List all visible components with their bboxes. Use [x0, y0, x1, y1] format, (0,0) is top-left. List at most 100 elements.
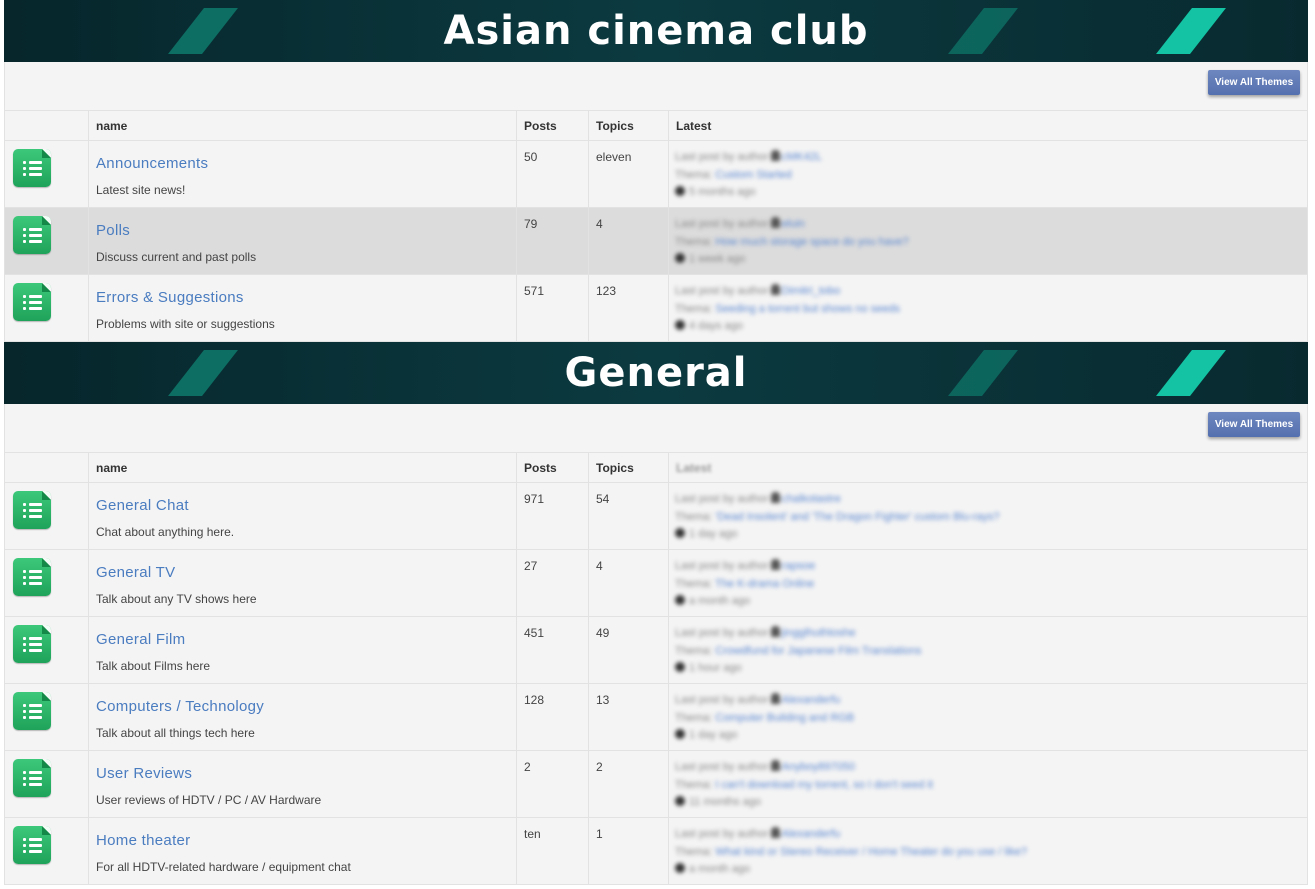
clock-icon [675, 796, 685, 806]
forum-name-cell: Errors & Suggestions Problems with site o… [88, 274, 517, 342]
forum-link[interactable]: General Film [96, 631, 516, 648]
latest-post-blurred: Last post by author Alexanderfu Thema: Wha… [675, 827, 1027, 875]
forum-row[interactable]: General TV Talk about any TV shows here 27… [4, 549, 1308, 617]
clock-icon [675, 662, 685, 672]
latest-post-thread-label: Thema [675, 577, 710, 590]
latest-post-blurred: Last post by author jingglhuthtoshe Thema:… [675, 626, 922, 674]
latest-post-blurred: Last post by author Dimitri_tobo Thema: Se… [675, 284, 901, 332]
forum-icon-cell [4, 274, 89, 342]
latest-post-cell: Last post by author jingglhuthtoshe Thema:… [668, 616, 1308, 684]
forum-name-cell: General TV Talk about any TV shows here [88, 549, 517, 617]
person-icon [770, 284, 780, 295]
latest-post-blurred: Last post by author cMK42L Thema: Custom S… [675, 150, 822, 198]
forum-link[interactable]: General Chat [96, 497, 516, 514]
latest-post-cell: Last post by author chalkotastre Thema: 'D… [668, 482, 1308, 550]
forum-posts-count: 571 [516, 274, 589, 342]
latest-post-cell: Last post by author rapsoe Thema: The K-dr… [668, 549, 1308, 617]
forum-name-cell: Announcements Latest site news! [88, 140, 517, 208]
category-section: General View All Themes name Posts Topics Lat… [4, 342, 1308, 885]
latest-post-cell: Last post by author Alexanderfu Thema: Com… [668, 683, 1308, 751]
latest-post-thread-link[interactable]: How much storage space do you have? [715, 236, 908, 248]
latest-post-prefix: Last post by author [675, 218, 769, 230]
view-all-themes-button[interactable]: View All Themes [1208, 412, 1300, 437]
forum-row[interactable]: General Chat Chat about anything here. 971… [4, 482, 1308, 550]
forum-posts-count: 971 [516, 482, 589, 550]
forum-list-icon [13, 759, 51, 797]
forum-topics-count: eleven [588, 140, 669, 208]
forum-row[interactable]: Computers / Technology Talk about all thi… [4, 683, 1308, 751]
clock-icon [675, 729, 685, 739]
latest-post-thread-label: Thema [675, 711, 710, 724]
forum-row[interactable]: User Reviews User reviews of HDTV / PC / … [4, 750, 1308, 818]
category-banner: General [4, 342, 1308, 404]
forum-link[interactable]: Polls [96, 222, 516, 239]
forum-topics-count: 1 [588, 817, 669, 885]
latest-post-user-link[interactable]: rapsoe [782, 560, 816, 572]
latest-post-thread-link[interactable]: 'Dead Insolent' and 'The Dragon Fighter'… [715, 511, 999, 523]
latest-post-user-link[interactable]: Alexanderfu [782, 828, 841, 840]
clock-icon [675, 528, 685, 538]
forum-posts-count: 451 [516, 616, 589, 684]
forum-icon-cell [4, 616, 89, 684]
forum-description: Talk about any TV shows here [96, 592, 257, 606]
latest-post-user-link[interactable]: jingglhuthtoshe [782, 627, 856, 639]
latest-post-user-link[interactable]: Anyboy897050 [782, 761, 855, 773]
forum-description: Latest site news! [96, 183, 186, 197]
latest-post-time: 1 day ago [689, 528, 738, 540]
latest-post-time: 1 hour ago [689, 662, 742, 674]
forum-icon-cell [4, 549, 89, 617]
forum-list-icon [13, 149, 51, 187]
table-header-row: name Posts Topics Latest [4, 452, 1308, 483]
forum-link[interactable]: Errors & Suggestions [96, 289, 516, 306]
latest-post-prefix: Last post by author [675, 285, 769, 297]
category-title: General [564, 350, 748, 396]
latest-post-thread-link[interactable]: Custom Started [715, 169, 791, 181]
forum-topics-count: 54 [588, 482, 669, 550]
category-banner: Asian cinema club [4, 0, 1308, 62]
forum-link[interactable]: User Reviews [96, 765, 516, 782]
forum-link[interactable]: Home theater [96, 832, 516, 849]
latest-post-thread-link[interactable]: I can't download my torrent, so I don't … [715, 779, 933, 791]
header-posts: Posts [516, 452, 589, 483]
latest-post-user-link[interactable]: Dimitri_tobo [782, 285, 841, 297]
latest-post-thread-link[interactable]: Seeding a torrent but shows no seeds [715, 303, 900, 315]
latest-post-time: 4 days ago [689, 320, 743, 332]
latest-post-user-link[interactable]: chalkotastre [782, 493, 841, 505]
latest-post-user-link[interactable]: cMK42L [782, 151, 822, 163]
header-latest-label: Latest [676, 460, 712, 475]
view-all-themes-button[interactable]: View All Themes [1208, 70, 1300, 95]
forum-description: Talk about Films here [96, 659, 211, 673]
forum-row[interactable]: General Film Talk about Films here 451 49 La… [4, 616, 1308, 684]
latest-post-thread-link[interactable]: Computer Building and RGB [715, 712, 854, 724]
latest-post-thread-link[interactable]: The K-drama Online [715, 578, 814, 590]
banner-stripe [1156, 350, 1226, 396]
forum-link[interactable]: Announcements [96, 155, 516, 172]
latest-post-thread-label: Thema [675, 168, 710, 181]
latest-post-thread-link[interactable]: Crowdfund for Japanese Film Translations [715, 645, 921, 657]
latest-post-user-link[interactable]: Alexanderfu [782, 694, 841, 706]
forum-name-cell: Computers / Technology Talk about all thi… [88, 683, 517, 751]
category-section: Asian cinema club View All Themes name Post… [4, 0, 1308, 342]
latest-post-thread-link[interactable]: What kind or Stereo Receiver / Home Thea… [715, 846, 1027, 858]
forum-name-cell: Polls Discuss current and past polls [88, 207, 517, 275]
forum-list-icon [13, 491, 51, 529]
forum-row[interactable]: Announcements Latest site news! 50 eleven La… [4, 140, 1308, 208]
latest-post-blurred: Last post by author chalkotastre Thema: 'D… [675, 492, 1000, 540]
forum-posts-count: 128 [516, 683, 589, 751]
forum-table: name Posts Topics Latest General Chat Chat ab… [4, 452, 1308, 885]
forum-name-cell: General Film Talk about Films here [88, 616, 517, 684]
forum-row[interactable]: Home theater For all HDTV-related hardwar… [4, 817, 1308, 885]
forum-list-icon [13, 692, 51, 730]
forum-icon-cell [4, 817, 89, 885]
latest-post-time: 1 day ago [689, 729, 738, 741]
forum-posts-count: ten [516, 817, 589, 885]
latest-post-blurred: Last post by author Anyboy897050 Thema: I … [675, 760, 933, 808]
forum-row[interactable]: Polls Discuss current and past polls 79 4 La… [4, 207, 1308, 275]
latest-post-user-link[interactable]: eluin [782, 218, 805, 230]
forum-row[interactable]: Errors & Suggestions Problems with site o… [4, 274, 1308, 342]
forum-link[interactable]: Computers / Technology [96, 698, 516, 715]
header-latest: Latest [668, 452, 1308, 483]
forum-posts-count: 79 [516, 207, 589, 275]
latest-post-thread-label: Thema [675, 235, 710, 248]
forum-link[interactable]: General TV [96, 564, 516, 581]
